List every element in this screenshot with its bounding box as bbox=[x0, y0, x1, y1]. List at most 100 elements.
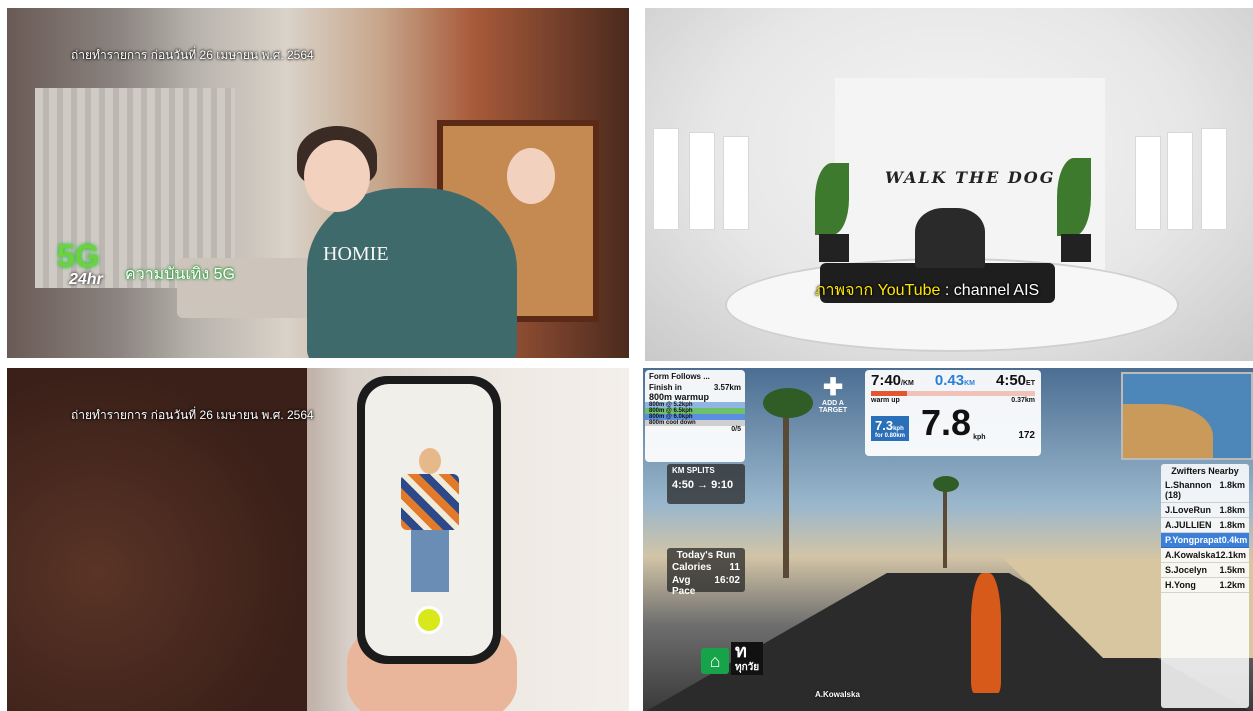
nearby-rider[interactable]: A.JULLIEN 1.8km bbox=[1161, 518, 1249, 533]
plant-left-pot bbox=[819, 234, 849, 262]
rider-name: A.Kowalska bbox=[1165, 550, 1216, 560]
window-right-2 bbox=[1167, 132, 1193, 230]
rider-value: 1.5km bbox=[1219, 565, 1245, 575]
logo-5g: 5G bbox=[57, 238, 100, 274]
km-split-from: 4:50 bbox=[672, 479, 695, 491]
distance-unit: KM bbox=[964, 380, 975, 387]
nearby-rider[interactable]: H.Yong 1.2km bbox=[1161, 578, 1249, 593]
window-left-1 bbox=[653, 128, 679, 230]
panel-running-game: Form Follows ... Finish in 3.57km 800m w… bbox=[643, 368, 1253, 711]
capture-button[interactable] bbox=[415, 606, 443, 634]
distance-value: 0.43 bbox=[934, 372, 965, 389]
stats-panel: 7:40/KM 0.43KM 4:50ET warm up 0.37km 7.3… bbox=[865, 370, 1041, 456]
presenter-body bbox=[307, 188, 517, 358]
runner-avatar bbox=[971, 573, 1001, 693]
km-splits-panel: KM SPLITS 4:50 → 9:10 bbox=[667, 464, 745, 504]
nearby-rider[interactable]: J.LoveRun 1.8km bbox=[1161, 503, 1249, 518]
pace-unit: /KM bbox=[901, 380, 914, 387]
todays-run-value: 16:02 bbox=[714, 575, 740, 586]
panel-living-room-presenter: HOMIE ถ่ายทำรายการ ก่อนวันที่ 26 เมษายน … bbox=[7, 8, 629, 358]
pace-stat: 7:40/KM bbox=[871, 372, 914, 389]
todays-run-label: Avg Pace bbox=[672, 575, 696, 597]
rider-value: 1.8km bbox=[1219, 505, 1245, 515]
presenter-hand bbox=[507, 148, 555, 204]
shirt-print: HOMIE bbox=[323, 243, 389, 265]
logo-24hr: 24hr bbox=[69, 271, 103, 288]
rider-value: 1.2km bbox=[1219, 580, 1245, 590]
youtube-source-prefix: ภาพจาก YouTube bbox=[815, 282, 941, 299]
palm-trunk-2 bbox=[943, 488, 947, 568]
minimap bbox=[1121, 372, 1253, 460]
palm-leaves-1 bbox=[763, 388, 813, 418]
window-right-1 bbox=[1135, 136, 1161, 230]
nearby-title: Zwifters Nearby bbox=[1171, 466, 1239, 476]
avatar-head bbox=[419, 448, 441, 474]
speed-row: 7.3kph for 0.80km 7.8 kph 172 bbox=[865, 405, 1041, 441]
target-speed-sub: for 0.80km bbox=[875, 433, 906, 439]
time-unit: ET bbox=[1026, 380, 1035, 387]
rider-value: 0.4km bbox=[1221, 535, 1248, 545]
avatar-jeans bbox=[411, 530, 449, 592]
add-target-icon: ✚ bbox=[822, 374, 844, 401]
current-speed-unit: kph bbox=[973, 434, 986, 441]
workout-finish-row: Finish in 3.57km bbox=[645, 383, 745, 392]
rider-name: J.LoveRun bbox=[1165, 505, 1212, 515]
rider-value: 12.1km bbox=[1215, 550, 1247, 560]
palm-trunk-1 bbox=[783, 408, 789, 578]
nearby-rider[interactable]: A.Kowalska 12.1km bbox=[1161, 548, 1249, 563]
youtube-source-caption: ภาพจาก YouTube : channel AIS bbox=[815, 278, 1039, 303]
time-stat: 4:50ET bbox=[996, 372, 1035, 389]
panel-yoga-studio: WALK THE DOG ภาพจาก YouTube : channel AI… bbox=[645, 8, 1253, 361]
todays-run-row: Avg Pace 16:02 bbox=[667, 574, 745, 598]
runner-nametag: A.Kowalska bbox=[815, 690, 860, 699]
add-target-label: ADD A TARGET bbox=[818, 400, 848, 414]
workout-finish-label: Finish in bbox=[649, 383, 682, 392]
panel-phone-avatar: ถ่ายทำรายการ ก่อนวันที่ 26 เมษายน พ.ศ. 2… bbox=[7, 368, 629, 711]
rider-name: H.Yong bbox=[1165, 580, 1196, 590]
nearby-list: Zwifters Nearby L.Shannon (18) 1.8km J.Lo… bbox=[1161, 464, 1249, 708]
yoga-instructor bbox=[915, 208, 985, 268]
channel-glyph: ท bbox=[735, 641, 747, 661]
target-speed-value: 7.3 bbox=[875, 418, 894, 433]
workout-panel: Form Follows ... Finish in 3.57km 800m w… bbox=[645, 370, 745, 462]
workout-step-count: 0/5 bbox=[731, 426, 741, 433]
interval-remaining: 0.37km bbox=[1011, 397, 1035, 404]
recording-date-caption: ถ่ายทำรายการ ก่อนวันที่ 26 เมษายน พ.ศ. 2… bbox=[71, 48, 314, 62]
channel-name: ทุกวัย bbox=[735, 662, 760, 673]
time-value: 4:50 bbox=[996, 372, 1027, 389]
target-speed-unit: kph bbox=[893, 426, 904, 432]
walk-the-dog-title: WALK THE DOG bbox=[885, 168, 1056, 187]
workout-warmup: 800m warmup bbox=[649, 392, 710, 402]
km-splits-row: 4:50 → 9:10 bbox=[672, 479, 734, 491]
nearby-rider[interactable]: S.Jocelyn 1.5km bbox=[1161, 563, 1249, 578]
distance-stat: 0.43KM bbox=[935, 372, 975, 389]
workout-title: Form Follows ... bbox=[649, 372, 710, 381]
avatar-sweater bbox=[401, 474, 459, 530]
home-icon: ⌂ bbox=[701, 648, 729, 674]
cadence-value: 172 bbox=[1018, 430, 1035, 441]
plant-left-leaves bbox=[815, 163, 849, 235]
window-left-2 bbox=[689, 132, 715, 230]
palm-leaves-2 bbox=[933, 476, 959, 492]
channel-logo: ท ทุกวัย bbox=[731, 641, 764, 675]
window-left-3 bbox=[723, 136, 749, 230]
todays-run-row: Calories 11 bbox=[667, 561, 745, 574]
rider-value: 1.8km bbox=[1219, 520, 1245, 530]
nearby-rider-self[interactable]: P.Yongprapat 0.4km bbox=[1161, 533, 1249, 548]
interval-label: warm up bbox=[871, 397, 900, 404]
rider-name: L.Shannon (18) bbox=[1165, 480, 1212, 500]
workout-finish-value: 3.57km bbox=[713, 383, 741, 392]
pace-value: 7:40 bbox=[871, 372, 902, 389]
km-split-to: 9:10 bbox=[711, 479, 734, 491]
window-right-3 bbox=[1201, 128, 1227, 230]
recording-date-caption: ถ่ายทำรายการ ก่อนวันที่ 26 เมษายน พ.ศ. 2… bbox=[71, 408, 314, 422]
add-target-button[interactable]: ✚ ADD A TARGET bbox=[811, 376, 855, 432]
rider-name: S.Jocelyn bbox=[1165, 565, 1208, 575]
nearby-rider[interactable]: L.Shannon (18) 1.8km bbox=[1161, 478, 1249, 503]
todays-run-panel: Today's Run Calories 11 Avg Pace 16:02 bbox=[667, 548, 745, 597]
current-speed-value: 7.8 bbox=[921, 402, 972, 443]
rider-value: 1.8km bbox=[1219, 480, 1245, 490]
youtube-source-suffix: : channel AIS bbox=[944, 282, 1040, 299]
rider-name: P.Yongprapat bbox=[1165, 535, 1222, 545]
entertainment-subtitle: ความบันเทิง 5G bbox=[125, 266, 235, 283]
